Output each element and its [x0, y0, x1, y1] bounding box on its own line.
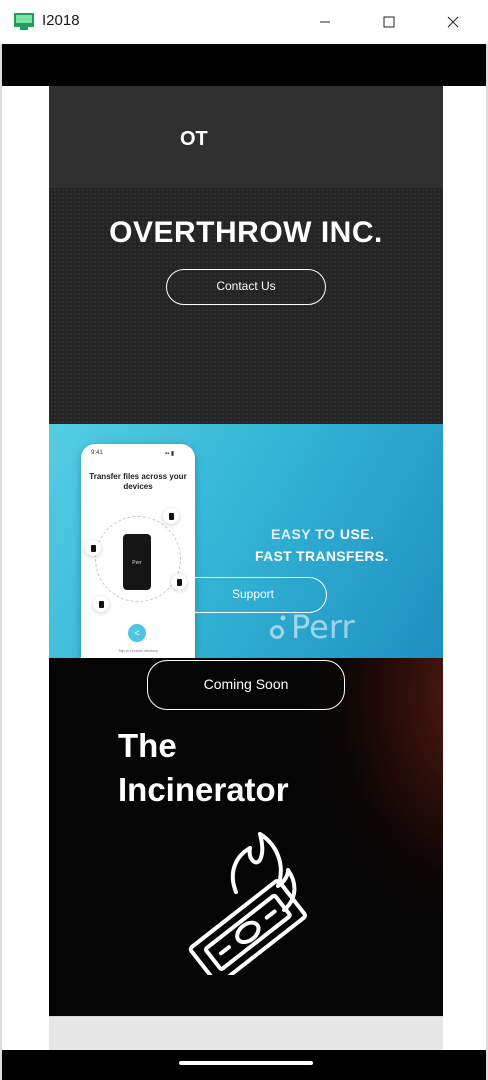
close-button[interactable]: [430, 0, 476, 44]
next-section-strip: [49, 1016, 443, 1050]
device-icon: [85, 540, 101, 556]
app-window-icon: [14, 13, 34, 30]
device-bottom-bar: [2, 1050, 486, 1080]
incinerator-title-line1: The: [118, 727, 177, 764]
pierr-headline-1: EASY TO USE.: [271, 526, 441, 542]
headline-part-a: EASY TO: [271, 526, 340, 542]
burning-money-icon: [188, 832, 307, 975]
incinerator-title-line2: Incinerator: [118, 771, 289, 808]
contact-us-button[interactable]: Contact Us: [166, 269, 326, 305]
share-icon[interactable]: <: [128, 624, 146, 642]
center-device: Perr: [123, 534, 151, 590]
frame-left: [0, 44, 2, 1080]
pierr-headline-2: FAST TRANSFERS.: [255, 548, 389, 564]
minimize-icon: [320, 21, 330, 23]
window-title: I2018: [42, 12, 80, 29]
site-header: OT: [49, 86, 443, 188]
website-viewport[interactable]: OT OVERTHROW INC. Contact Us 9:41 ▪▪ ▮ T…: [49, 86, 443, 1050]
phone-mockup: 9:41 ▪▪ ▮ Transfer files across your dev…: [81, 444, 195, 658]
home-indicator[interactable]: [179, 1061, 313, 1065]
minimize-button[interactable]: [302, 0, 348, 44]
phone-heading: Transfer files across your devices: [89, 472, 187, 491]
hero-title: OVERTHROW INC.: [109, 216, 383, 249]
device-top-bar: [2, 44, 486, 86]
phone-footer: Tap to receive devices: [118, 648, 158, 653]
headline-part-b: USE.: [339, 526, 375, 542]
support-button[interactable]: Support: [179, 577, 327, 613]
coming-soon-button[interactable]: Coming Soon: [147, 660, 345, 710]
device-icon: [163, 508, 179, 524]
incinerator-title: The Incinerator: [118, 724, 418, 812]
phone-signal-icon: ▪▪ ▮: [165, 451, 175, 457]
close-icon: [447, 16, 459, 28]
pierr-logo-text: Perr: [291, 608, 355, 646]
site-logo[interactable]: OT: [180, 128, 208, 151]
maximize-icon: [383, 16, 395, 28]
device-icon: [93, 596, 109, 612]
phone-time: 9:41: [91, 450, 103, 456]
maximize-button[interactable]: [366, 0, 412, 44]
device-logo: Perr: [132, 560, 142, 566]
